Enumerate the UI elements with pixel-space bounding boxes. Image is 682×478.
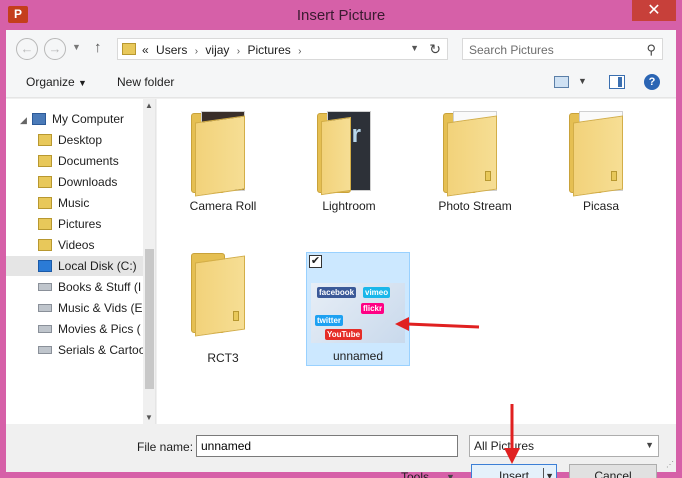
breadcrumb-pictures[interactable]: Pictures bbox=[247, 43, 290, 57]
insert-button[interactable]: Insert ▼ bbox=[471, 464, 557, 478]
navigation-bar: ← → ▼ ↑ « Users › vijay › Pictures › ▼ ↻ bbox=[6, 30, 676, 66]
tree-item-my-computer[interactable]: ◢ My Computer bbox=[20, 109, 124, 129]
folder-icon bbox=[437, 107, 513, 197]
collapse-chevron-icon[interactable]: ◢ bbox=[20, 110, 30, 130]
chevron-right-icon[interactable]: › bbox=[298, 46, 301, 57]
file-list[interactable]: Camera Roll Lr Lightroom Photo bbox=[157, 99, 676, 424]
selection-checkbox[interactable]: ✔ bbox=[309, 255, 322, 268]
chevron-right-icon[interactable]: › bbox=[195, 46, 198, 57]
folder-rct3[interactable]: RCT3 bbox=[171, 253, 275, 367]
insert-label: Insert bbox=[498, 469, 529, 478]
tree-item-desktop[interactable]: Desktop bbox=[38, 130, 102, 150]
refresh-icon[interactable]: ↻ bbox=[429, 41, 441, 58]
folder-icon bbox=[122, 43, 136, 55]
chevron-down-icon: ▼ bbox=[645, 440, 654, 450]
more-views-chevron-icon[interactable]: ▼ bbox=[578, 76, 587, 86]
split-divider bbox=[543, 468, 544, 478]
folder-icon bbox=[38, 155, 52, 167]
window-title: Insert Picture bbox=[296, 7, 386, 24]
tools-button[interactable]: Tools bbox=[401, 470, 429, 478]
cancel-button[interactable]: Cancel bbox=[569, 464, 657, 478]
folder-picasa[interactable]: Picasa bbox=[549, 101, 653, 215]
folder-camera-roll[interactable]: Camera Roll bbox=[171, 101, 275, 215]
chevron-right-icon[interactable]: › bbox=[237, 46, 240, 57]
tree-item-music-drive[interactable]: Music & Vids (E bbox=[38, 298, 142, 318]
tree-item-books-drive[interactable]: Books & Stuff (I bbox=[38, 277, 141, 297]
file-name-label: File name: bbox=[137, 440, 194, 454]
insert-picture-dialog: P Insert Picture ✕ ← → ▼ ↑ « Users › vij… bbox=[0, 0, 682, 478]
breadcrumb-overflow[interactable]: « bbox=[142, 43, 149, 57]
search-placeholder: Search Pictures bbox=[469, 43, 554, 57]
navigation-pane[interactable]: ◢ My Computer Desktop Documents Downloads… bbox=[6, 99, 156, 424]
folder-icon bbox=[38, 218, 52, 230]
insert-options-chevron-icon[interactable]: ▼ bbox=[545, 465, 554, 478]
folder-icon bbox=[38, 197, 52, 209]
navigation-scrollbar[interactable]: ▲ ▼ bbox=[143, 99, 155, 424]
file-unnamed[interactable]: ✔ facebook flickr twitter vimeo YouTube … bbox=[306, 252, 410, 366]
tree-item-videos[interactable]: Videos bbox=[38, 235, 94, 255]
toolbar: Organize ▼ New folder ▼ ? bbox=[6, 66, 676, 98]
recent-locations-chevron-icon[interactable]: ▼ bbox=[72, 42, 81, 52]
tree-item-music[interactable]: Music bbox=[38, 193, 89, 213]
drive-icon bbox=[38, 325, 52, 333]
up-button[interactable]: ↑ bbox=[94, 39, 102, 56]
help-icon[interactable]: ? bbox=[644, 74, 660, 90]
folder-icon bbox=[185, 247, 261, 337]
close-button[interactable]: ✕ bbox=[632, 0, 676, 21]
tree-item-documents[interactable]: Documents bbox=[38, 151, 119, 171]
folder-icon bbox=[38, 134, 52, 146]
drive-icon bbox=[38, 346, 52, 354]
scroll-thumb[interactable] bbox=[145, 249, 154, 389]
resize-grip-icon[interactable]: ⋰ bbox=[666, 460, 674, 470]
tree-item-local-disk[interactable]: Local Disk (C:) bbox=[6, 256, 143, 276]
annotation-arrow-icon bbox=[395, 317, 480, 331]
address-bar[interactable]: « Users › vijay › Pictures › ▼ ↻ bbox=[117, 38, 448, 60]
folder-icon bbox=[38, 176, 52, 188]
scroll-up-icon[interactable]: ▲ bbox=[145, 101, 153, 110]
file-label: Lightroom bbox=[322, 199, 376, 213]
annotation-arrow-down-icon bbox=[504, 404, 520, 464]
folder-icon: Lr bbox=[311, 107, 387, 196]
dialog-body: ← → ▼ ↑ « Users › vijay › Pictures › ▼ ↻ bbox=[6, 30, 676, 478]
breadcrumb: « Users › vijay › Pictures › bbox=[142, 43, 306, 57]
image-thumbnail: facebook flickr twitter vimeo YouTube bbox=[311, 283, 405, 343]
folder-lightroom[interactable]: Lr Lightroom bbox=[297, 101, 401, 215]
organize-button[interactable]: Organize ▼ bbox=[26, 75, 87, 89]
search-icon[interactable]: ⚲ bbox=[646, 42, 656, 58]
file-type-select[interactable]: All Pictures ▼ bbox=[469, 435, 659, 457]
file-label: Camera Roll bbox=[189, 199, 257, 213]
forward-button[interactable]: → bbox=[44, 38, 66, 60]
back-button[interactable]: ← bbox=[16, 38, 38, 60]
title-bar[interactable]: P Insert Picture ✕ bbox=[0, 0, 682, 30]
file-name-input[interactable] bbox=[196, 435, 458, 457]
change-view-icon[interactable] bbox=[554, 76, 569, 88]
breadcrumb-users[interactable]: Users bbox=[156, 43, 187, 57]
address-history-chevron-icon[interactable]: ▼ bbox=[410, 43, 419, 53]
file-label: Picasa bbox=[582, 199, 620, 213]
tools-chevron-down-icon[interactable]: ▼ bbox=[446, 472, 455, 478]
drive-icon bbox=[38, 304, 52, 312]
folder-icon bbox=[185, 107, 261, 197]
file-label: RCT3 bbox=[207, 351, 239, 365]
folder-icon bbox=[563, 107, 639, 197]
file-label: Photo Stream bbox=[438, 199, 512, 213]
tree-item-pictures[interactable]: Pictures bbox=[38, 214, 101, 234]
scroll-down-icon[interactable]: ▼ bbox=[145, 413, 153, 422]
breadcrumb-vijay[interactable]: vijay bbox=[205, 43, 229, 57]
folder-photo-stream[interactable]: Photo Stream bbox=[423, 101, 527, 215]
folder-icon bbox=[38, 239, 52, 251]
tree-item-movies-drive[interactable]: Movies & Pics ( bbox=[38, 319, 141, 339]
search-box[interactable]: Search Pictures ⚲ bbox=[462, 38, 663, 60]
tree-item-downloads[interactable]: Downloads bbox=[38, 172, 117, 192]
file-label: unnamed bbox=[332, 349, 384, 363]
drive-icon bbox=[38, 283, 52, 291]
computer-icon bbox=[32, 113, 46, 125]
tree-item-serials-drive[interactable]: Serials & Cartoo bbox=[38, 340, 145, 360]
chevron-down-icon: ▼ bbox=[78, 78, 87, 88]
new-folder-button[interactable]: New folder bbox=[117, 75, 174, 89]
windows-drive-icon bbox=[38, 260, 52, 272]
preview-pane-icon[interactable] bbox=[609, 75, 625, 89]
